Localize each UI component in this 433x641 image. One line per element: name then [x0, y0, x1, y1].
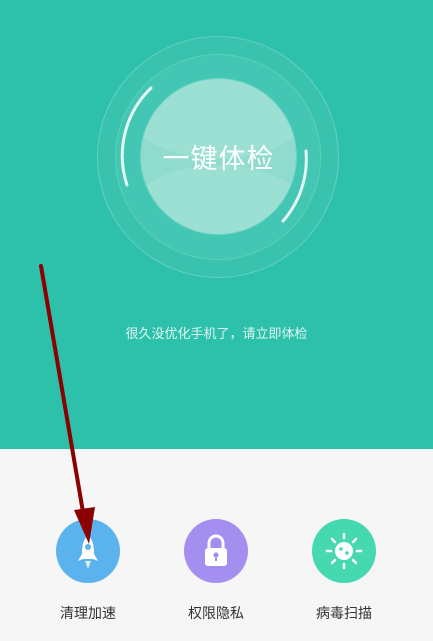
- rocket-icon: [56, 519, 120, 583]
- tool-label: 权限隐私: [188, 606, 244, 622]
- virus-icon: [312, 519, 376, 583]
- one-click-checkup-button[interactable]: 一键体检: [141, 79, 296, 234]
- tools-panel: 清理加速 权限隐私 病毒扫描: [0, 449, 433, 641]
- checkup-hint-text: 很久没优化手机了，请立即体检: [125, 327, 308, 342]
- tool-label: 病毒扫描: [316, 606, 372, 622]
- tool-permission-privacy[interactable]: 权限隐私: [166, 519, 266, 623]
- tool-clean-speedup[interactable]: 清理加速: [38, 519, 138, 623]
- tool-label: 清理加速: [60, 606, 116, 622]
- app-screen: 一键体检 很久没优化手机了，请立即体检 清理加速 权限隐私 病毒扫描: [0, 0, 433, 641]
- lock-icon: [184, 519, 248, 583]
- checkup-button-label: 一键体检: [162, 144, 275, 175]
- hero-panel: 一键体检 很久没优化手机了，请立即体检: [0, 0, 433, 449]
- tool-virus-scan[interactable]: 病毒扫描: [294, 519, 394, 623]
